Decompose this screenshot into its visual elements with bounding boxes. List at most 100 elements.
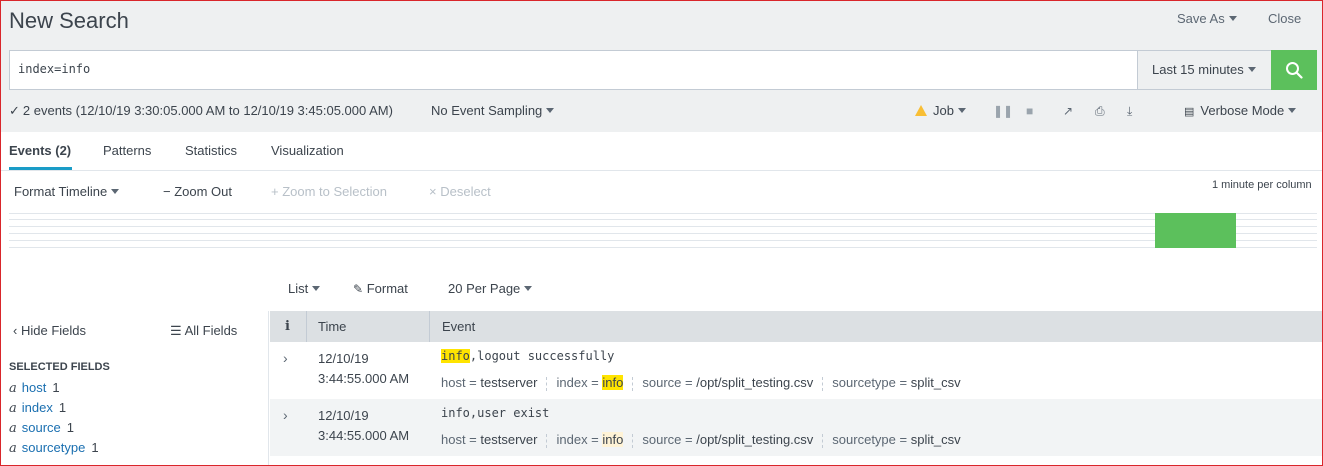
index-value[interactable]: info — [602, 432, 624, 447]
events-table-header: i Time Event — [270, 311, 1322, 342]
source-value[interactable]: /opt/split_testing.csv — [696, 432, 813, 447]
meta-key: index = — [556, 432, 599, 447]
splunk-search-page: New Search Save As Close index=info Last… — [0, 0, 1323, 466]
tab-statistics[interactable]: Statistics — [185, 143, 237, 158]
event-text-rest: info,user exist — [441, 406, 550, 420]
pause-icon[interactable]: ❚❚ — [993, 104, 1013, 118]
job-menu[interactable]: Job — [915, 103, 966, 118]
timeline-gridline — [9, 240, 1317, 241]
per-page-menu[interactable]: 20 Per Page — [448, 281, 533, 296]
meta-key: index = — [556, 375, 599, 390]
all-fields-label: All Fields — [184, 323, 238, 338]
source-value[interactable]: /opt/split_testing.csv — [696, 375, 813, 390]
mode-icon: ▤ — [1184, 106, 1195, 118]
brush-icon: ✎ — [353, 282, 364, 296]
index-value[interactable]: info — [602, 375, 624, 390]
info-column-header: i — [285, 319, 290, 334]
event-clock: 3:44:55.000 AM — [318, 371, 410, 386]
field-type-icon: a — [9, 421, 17, 436]
sourcetype-value[interactable]: split_csv — [911, 432, 961, 447]
event-sampling-menu[interactable]: No Event Sampling — [431, 103, 555, 118]
table-row: › 12/10/19 3:44:55.000 AM info,user exist… — [270, 399, 1322, 456]
sourcetype-value[interactable]: split_csv — [911, 375, 961, 390]
field-type-icon: a — [9, 381, 17, 396]
event-raw-text[interactable]: info,user exist — [441, 406, 549, 420]
print-icon[interactable]: ⎙ — [1095, 104, 1105, 119]
search-mode-menu[interactable]: ▤ Verbose Mode — [1184, 103, 1297, 118]
all-fields-button[interactable]: ☰ All Fields — [170, 323, 237, 339]
event-time: 12/10/19 3:44:55.000 AM — [318, 349, 409, 389]
check-icon: ✓ — [9, 103, 20, 118]
field-host[interactable]: a host 1 — [9, 380, 60, 396]
export-icon[interactable]: ⤓ — [1127, 104, 1132, 119]
time-range-picker[interactable]: Last 15 minutes — [1137, 50, 1272, 90]
zoom-selection-label: Zoom to Selection — [282, 184, 387, 199]
share-icon[interactable]: ↗ — [1063, 104, 1073, 118]
format-button[interactable]: ✎ Format — [353, 281, 408, 296]
meta-key: host = — [441, 375, 477, 390]
timeline-gridline — [9, 233, 1317, 234]
job-label: Job — [933, 103, 954, 118]
column-divider — [306, 311, 307, 342]
timeline-gridline — [9, 213, 1317, 214]
plus-icon: + — [271, 184, 279, 199]
list-view-menu[interactable]: List — [288, 281, 321, 296]
time-range-label: Last 15 minutes — [1152, 62, 1244, 77]
meta-divider — [632, 376, 634, 391]
meta-divider — [632, 433, 634, 448]
search-button[interactable] — [1271, 50, 1317, 90]
chevron-right-icon[interactable]: › — [283, 350, 288, 366]
chevron-down-icon — [1288, 108, 1297, 114]
event-sampling-label: No Event Sampling — [431, 103, 543, 118]
host-value[interactable]: testserver — [480, 375, 537, 390]
field-source[interactable]: a source 1 — [9, 420, 74, 436]
field-name: index — [21, 400, 53, 415]
field-sourcetype[interactable]: a sourcetype 1 — [9, 440, 99, 456]
chevron-down-icon — [312, 286, 321, 292]
hide-fields-button[interactable]: ‹ Hide Fields — [13, 323, 86, 338]
close-button[interactable]: Close — [1268, 11, 1301, 26]
deselect-button[interactable]: × Deselect — [429, 184, 491, 199]
fields-sidebar: ‹ Hide Fields ☰ All Fields SELECTED FIEL… — [1, 311, 269, 465]
search-icon — [1286, 62, 1303, 79]
event-raw-text[interactable]: info,logout successfully — [441, 349, 614, 363]
chevron-down-icon — [1247, 67, 1256, 73]
field-type-icon: a — [9, 441, 17, 456]
column-divider — [429, 311, 430, 342]
host-value[interactable]: testserver — [480, 432, 537, 447]
zoom-to-selection-button[interactable]: + Zoom to Selection — [271, 184, 387, 199]
minus-icon: − — [163, 184, 171, 199]
table-row: › 12/10/19 3:44:55.000 AM info,logout suc… — [270, 342, 1322, 399]
chevron-down-icon — [111, 189, 120, 195]
tab-events[interactable]: Events (2) — [9, 143, 71, 158]
stop-icon[interactable]: ■ — [1026, 104, 1033, 118]
event-date: 12/10/19 — [318, 408, 369, 423]
save-as-label: Save As — [1177, 11, 1225, 26]
hide-fields-label: Hide Fields — [20, 323, 86, 338]
field-index[interactable]: a index 1 — [9, 400, 66, 416]
active-tab-indicator — [9, 167, 72, 170]
meta-key: host = — [441, 432, 477, 447]
event-metadata: host = testserver index = info source = /o… — [441, 432, 961, 448]
chevron-right-icon[interactable]: › — [283, 407, 288, 423]
field-type-icon: a — [9, 401, 17, 416]
tab-visualization[interactable]: Visualization — [271, 143, 344, 158]
meta-key: source = — [642, 375, 693, 390]
field-name: source — [21, 420, 61, 435]
per-page-label: 20 Per Page — [448, 281, 521, 296]
field-count: 1 — [52, 380, 60, 395]
list-icon: ☰ — [170, 323, 182, 338]
search-input[interactable]: index=info — [9, 50, 1138, 90]
format-timeline-menu[interactable]: Format Timeline — [14, 184, 120, 199]
timeline-gridline — [9, 219, 1317, 220]
timeline-bar[interactable] — [1155, 213, 1236, 248]
tab-patterns[interactable]: Patterns — [103, 143, 151, 158]
event-column-header: Event — [442, 319, 476, 334]
deselect-label: Deselect — [440, 184, 491, 199]
save-as-menu[interactable]: Save As — [1177, 11, 1237, 26]
chevron-down-icon — [524, 286, 533, 292]
time-column-header[interactable]: Time — [318, 319, 346, 334]
chevron-down-icon — [546, 108, 555, 114]
meta-key: sourcetype = — [832, 375, 908, 390]
zoom-out-button[interactable]: − Zoom Out — [163, 184, 232, 199]
